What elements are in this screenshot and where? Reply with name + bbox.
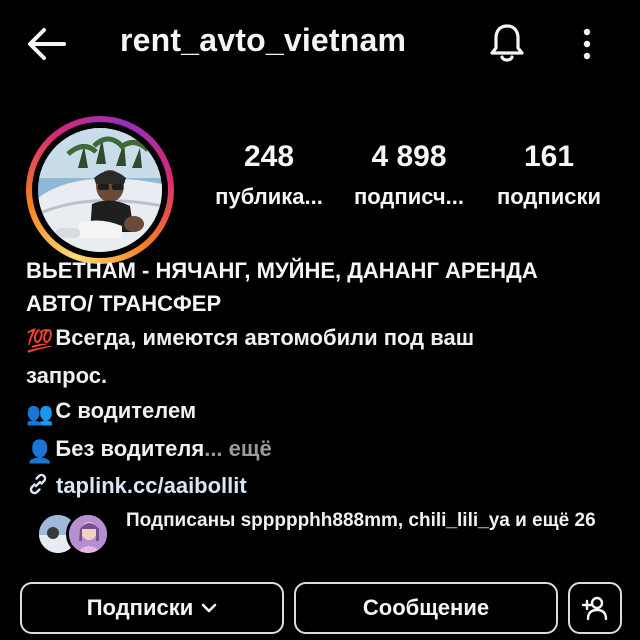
more-options-button[interactable]: [572, 24, 602, 64]
mutual-followers[interactable]: Подписаны sppppphh888mm, chili_lili_ya и…: [36, 508, 626, 564]
people-icon: 👥: [26, 401, 54, 426]
bio-line: запрос.: [26, 358, 626, 393]
notifications-button[interactable]: [484, 20, 530, 66]
posts-label: публика...: [215, 184, 323, 209]
back-button[interactable]: [22, 24, 70, 64]
avatar-photo: [38, 128, 162, 252]
link-icon: [29, 473, 47, 495]
posts-stat[interactable]: 248 публика...: [204, 140, 334, 210]
bio-title-line: АВТО/ ТРАНСФЕР: [26, 291, 222, 316]
profile-bio: ВЬЕТНАМ - НЯЧАНГ, МУЙНЕ, ДАНАНГ АРЕНДА А…: [26, 254, 626, 503]
posts-count: 248: [243, 140, 295, 173]
followers-count: 4 898: [371, 140, 447, 173]
bio-text: запрос.: [26, 363, 108, 388]
bio-link[interactable]: taplink.cc/aaibollit: [26, 469, 626, 503]
suggested-users-button[interactable]: [568, 582, 622, 634]
more-vertical-icon: [583, 28, 591, 60]
add-user-icon: [581, 596, 608, 621]
mutual-avatars: [36, 512, 112, 560]
followers-stat[interactable]: 4 898 подписч...: [344, 140, 474, 210]
bio-text: С водителем: [55, 398, 197, 423]
hundred-points-icon: 💯: [26, 328, 54, 353]
bio-title-line: ВЬЕТНАМ - НЯЧАНГ, МУЙНЕ, ДАНАНГ АРЕНДА: [26, 258, 538, 283]
profile-avatar[interactable]: [38, 128, 162, 252]
bio-line: 👤Без водителя... ещё: [26, 431, 626, 469]
message-button[interactable]: Сообщение: [294, 582, 558, 634]
avatar: [66, 512, 110, 556]
story-ring[interactable]: [26, 116, 174, 264]
bio-text: Без водителя: [55, 436, 205, 461]
followers-label: подписч...: [354, 184, 464, 209]
profile-stats: 248 публика... 4 898 подписч... 161 подп…: [200, 140, 620, 220]
following-label: подписки: [497, 184, 601, 209]
bio-link-text: taplink.cc/aaibollit: [56, 473, 247, 498]
profile-username: rent_avto_vietnam: [120, 22, 407, 58]
bio-line: 👥С водителем: [26, 393, 626, 431]
following-button[interactable]: Подписки: [20, 582, 284, 634]
mutual-followers-text: Подписаны sppppphh888mm, chili_lili_ya и…: [126, 510, 596, 531]
arrow-left-icon: [28, 28, 66, 60]
message-button-label: Сообщение: [362, 595, 490, 620]
bell-icon: [490, 24, 524, 62]
top-bar: rent_avto_vietnam: [0, 0, 640, 88]
bio-text: Всегда, имеются автомобили под ваш: [55, 325, 475, 350]
chevron-down-icon: [201, 603, 217, 613]
following-stat[interactable]: 161 подписки: [484, 140, 614, 210]
following-count: 161: [523, 140, 575, 173]
bio-more-link[interactable]: ... ещё: [204, 436, 271, 461]
following-button-label: Подписки: [86, 595, 194, 620]
bio-line: 💯Всегда, имеются автомобили под ваш: [26, 320, 626, 358]
person-icon: 👤: [26, 439, 54, 464]
